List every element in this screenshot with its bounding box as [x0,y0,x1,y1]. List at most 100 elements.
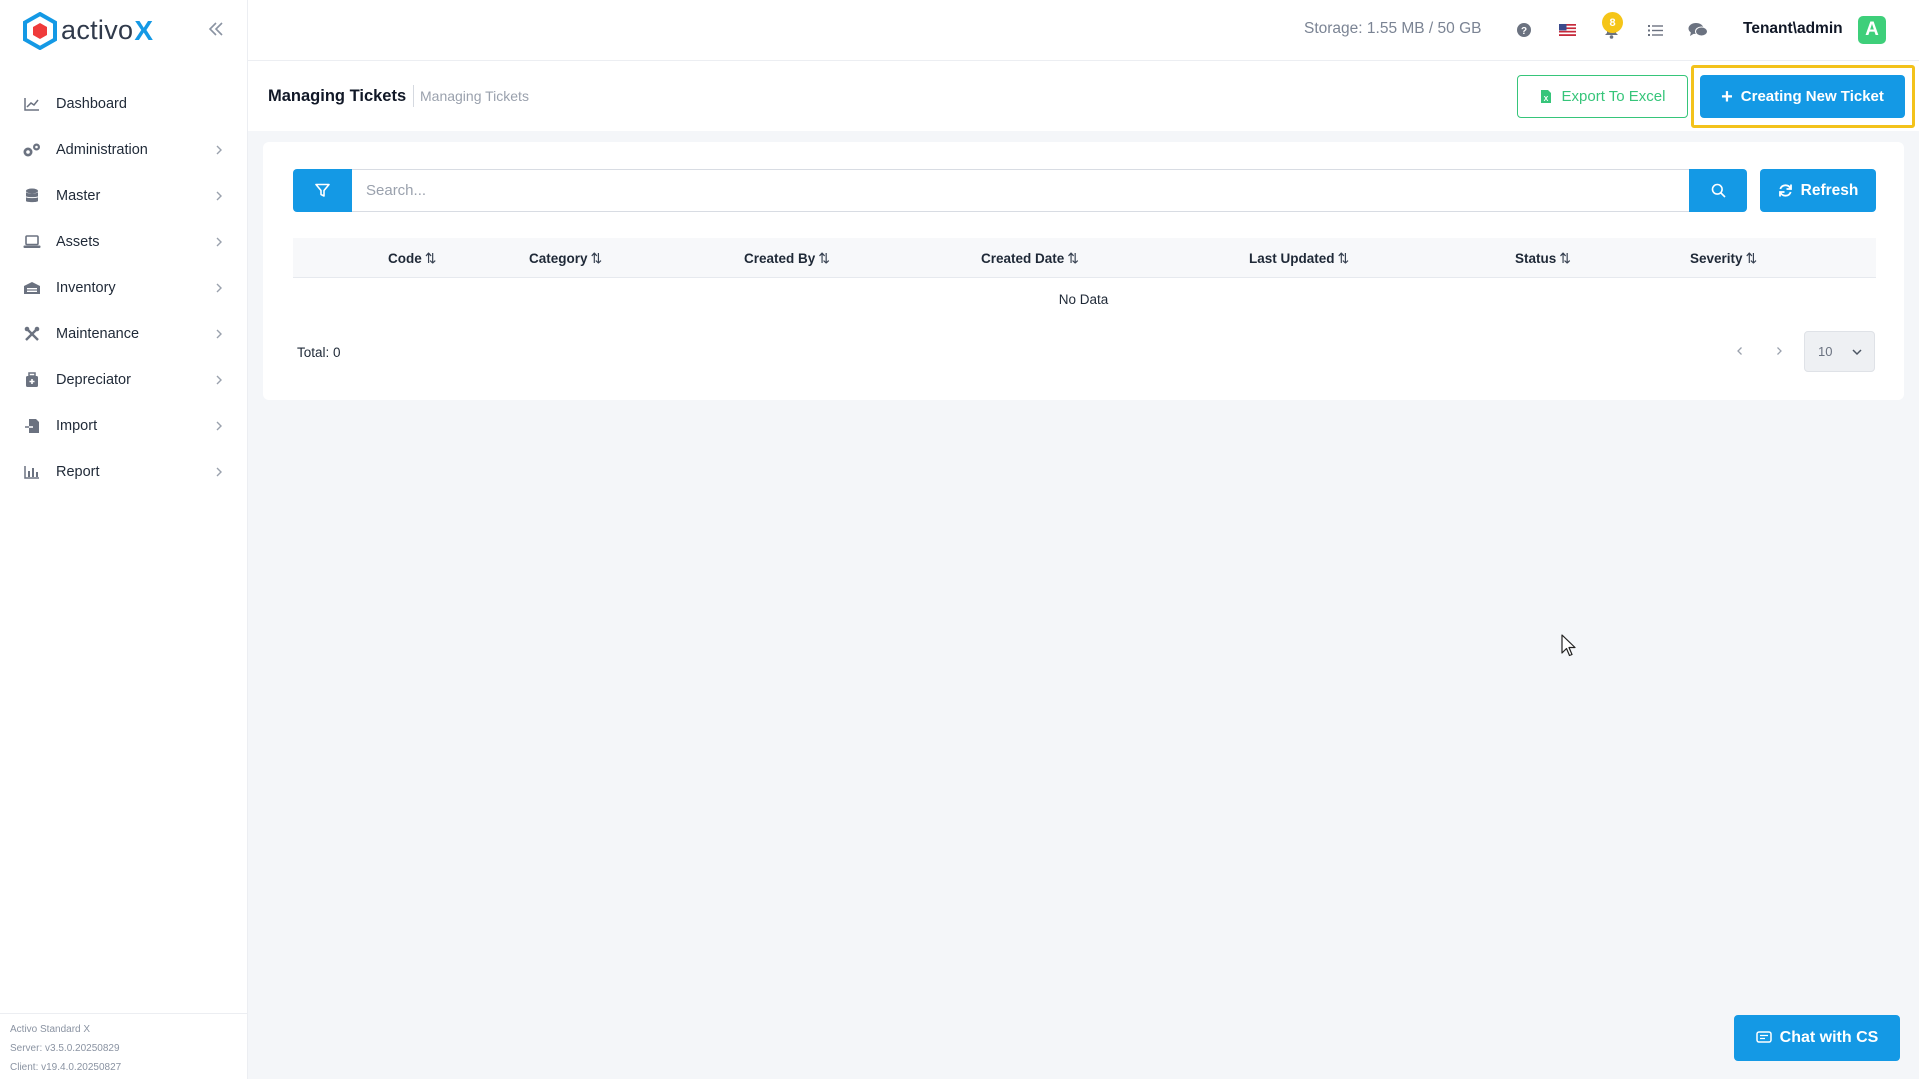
bar-chart-icon [22,463,42,481]
database-icon [22,187,42,205]
briefcase-medical-icon [22,371,42,389]
chevron-right-icon [216,237,222,247]
chevron-right-icon [216,421,222,431]
column-header-status[interactable]: Status ⇅ [1515,250,1571,267]
pagination-prev-icon[interactable] [1731,342,1749,360]
chevron-right-icon [216,145,222,155]
sidebar-item-depreciator[interactable]: Depreciator [0,357,247,403]
warehouse-icon [22,279,42,297]
us-flag-icon[interactable] [1556,19,1578,41]
filter-button[interactable] [293,169,352,212]
sidebar-item-label: Master [56,188,101,204]
logo-suffix: X [134,14,154,46]
storage-usage: Storage: 1.55 MB / 50 GB [1304,20,1482,37]
sidebar-item-report[interactable]: Report [0,449,247,495]
page-header: Managing Tickets Managing Tickets X Expo… [248,61,1919,131]
search-icon [1711,183,1726,198]
table-header: Code ⇅ Category ⇅ Created By ⇅ Created Date… [293,238,1876,278]
page-title: Managing Tickets [268,87,407,105]
refresh-button[interactable]: Refresh [1760,169,1876,212]
sort-icon: ⇅ [1559,250,1571,266]
logo-text: activo [61,15,134,45]
column-header-created-date[interactable]: Created Date ⇅ [981,250,1079,267]
version-info: Activo Standard X Server: v3.5.0.2025082… [0,1013,248,1079]
sort-icon: ⇅ [1067,250,1080,266]
sort-icon: ⇅ [1745,250,1758,266]
chevron-down-icon [1852,349,1862,356]
page-size-value: 10 [1818,344,1833,359]
sidebar: activo X Dashboard Administration Master [0,0,248,1079]
laptop-icon [22,233,42,251]
empty-state: No Data [1058,292,1109,307]
breadcrumb[interactable]: Managing Tickets [420,88,529,104]
sidebar-nav: Dashboard Administration Master Assets I… [0,81,247,495]
help-icon[interactable]: ? [1513,19,1535,41]
refresh-icon [1778,184,1792,197]
search-button[interactable] [1689,169,1747,212]
column-header-code[interactable]: Code ⇅ [388,250,436,267]
tickets-card: Refresh Code⇅ Category⇅ Created By⇅ Crea… [263,142,1904,400]
sort-icon: ⇅ [1337,250,1350,266]
plus-icon: + [1721,85,1733,108]
column-header-severity[interactable]: Severity ⇅ [1690,250,1757,267]
total-count: Total: 0 [297,345,341,360]
topbar: Storage: 1.55 MB / 50 GB ? 8 Tenant\admi… [248,0,1919,61]
svg-text:X: X [1543,96,1548,103]
chevron-right-icon [216,329,222,339]
chevron-right-icon [216,467,222,477]
excel-file-icon: X [1540,90,1551,103]
sidebar-item-label: Inventory [56,280,116,296]
sidebar-item-label: Assets [56,234,100,250]
user-name[interactable]: Tenant\admin [1743,20,1843,38]
column-header-created-by[interactable]: Created By ⇅ [744,250,830,267]
column-header-last-updated[interactable]: Last Updated ⇅ [1249,250,1349,267]
chat-icon [1755,1031,1772,1043]
chart-line-icon [22,95,42,113]
sidebar-item-master[interactable]: Master [0,173,247,219]
column-header-category[interactable]: Category ⇅ [529,250,602,267]
client-version: Client: v19.4.0.20250827 [10,1062,122,1073]
logo-hexagon-icon [23,11,57,50]
svg-text:?: ? [1521,26,1527,37]
logo[interactable]: activo X [0,0,247,61]
sidebar-item-dashboard[interactable]: Dashboard [0,81,247,127]
pagination-next-icon[interactable] [1770,342,1788,360]
sidebar-item-label: Report [56,464,100,480]
chat-label: Chat with CS [1779,1029,1879,1046]
chevron-right-icon [216,375,222,385]
filter-icon [315,183,330,197]
chat-with-cs-button[interactable]: Chat with CS [1734,1015,1900,1061]
page-size-select[interactable]: 10 [1804,331,1875,372]
sidebar-item-import[interactable]: Import [0,403,247,449]
sidebar-item-administration[interactable]: Administration [0,127,247,173]
sidebar-item-inventory[interactable]: Inventory [0,265,247,311]
task-list-icon[interactable] [1644,19,1666,41]
sidebar-item-label: Dashboard [56,96,127,112]
sidebar-item-label: Administration [56,142,148,158]
breadcrumb-divider [413,85,414,107]
notification-badge: 8 [1602,12,1623,33]
sidebar-item-label: Maintenance [56,326,140,342]
chat-bubbles-icon[interactable] [1687,19,1709,41]
refresh-label: Refresh [1800,181,1859,199]
export-to-excel-button[interactable]: X Export To Excel [1517,75,1688,118]
sidebar-item-label: Depreciator [56,372,131,388]
sidebar-item-assets[interactable]: Assets [0,219,247,265]
create-label: Creating New Ticket [1740,88,1884,105]
sort-icon: ⇅ [818,250,831,266]
chevron-right-icon [216,283,222,293]
product-name: Activo Standard X [10,1024,91,1035]
chevron-right-icon [216,191,222,201]
sidebar-item-maintenance[interactable]: Maintenance [0,311,247,357]
file-import-icon [22,417,42,435]
sort-icon: ⇅ [590,250,603,266]
create-new-ticket-button[interactable]: + Creating New Ticket [1700,75,1905,118]
gears-icon [22,141,42,159]
collapse-sidebar-icon[interactable] [205,18,227,40]
sidebar-item-label: Import [56,418,98,434]
avatar[interactable]: A [1858,16,1886,44]
tools-icon [22,325,42,343]
export-label: Export To Excel [1561,88,1666,105]
sort-icon: ⇅ [424,250,437,266]
search-input[interactable] [352,169,1689,212]
